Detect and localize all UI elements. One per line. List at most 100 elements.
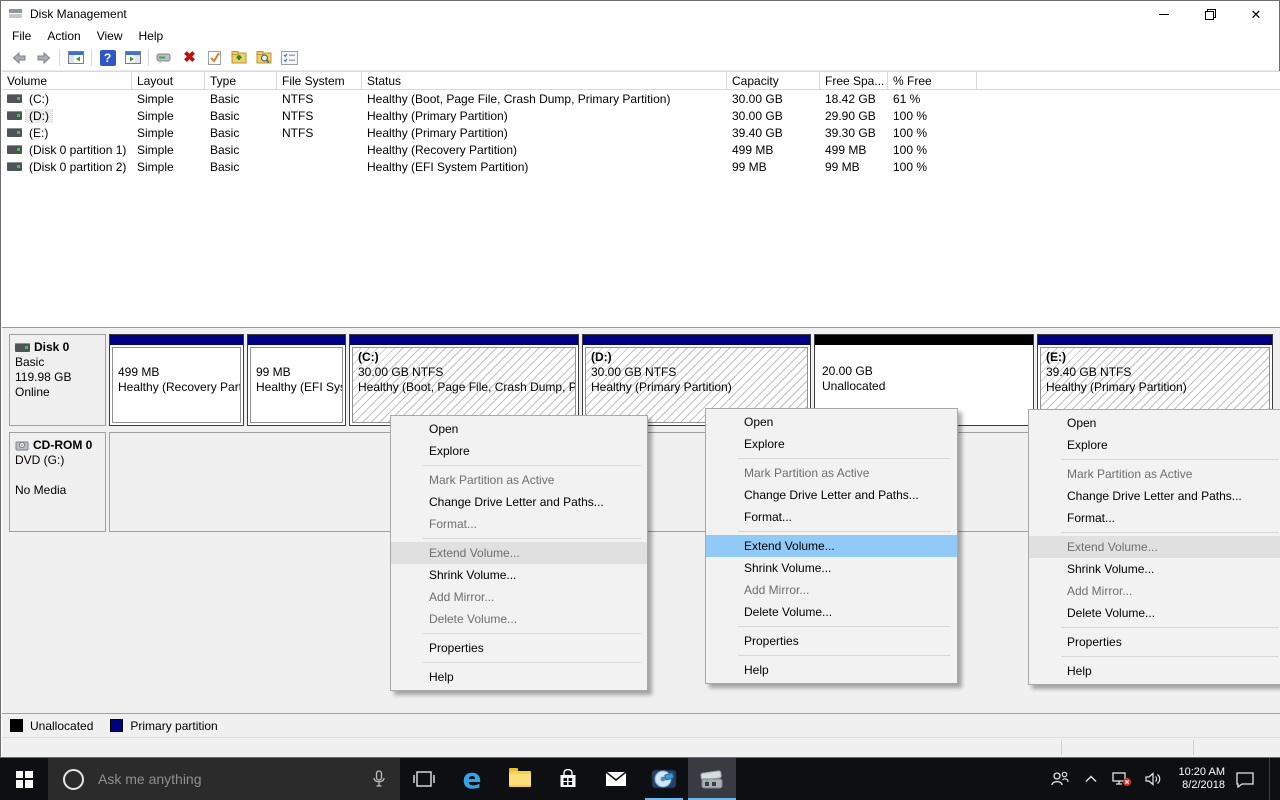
menu-separator bbox=[738, 626, 951, 627]
volume-name: (D:) bbox=[26, 109, 52, 123]
popup-tool-icon[interactable] bbox=[152, 46, 177, 69]
header-layout[interactable]: Layout bbox=[132, 72, 205, 89]
action-pane-toggle-icon[interactable] bbox=[120, 46, 145, 69]
header-file-system[interactable]: File System bbox=[277, 72, 362, 89]
menu-item-open[interactable]: Open bbox=[706, 411, 957, 433]
menu-item-add-mirror: Add Mirror... bbox=[391, 586, 647, 608]
menu-item-change-drive-letter[interactable]: Change Drive Letter and Paths... bbox=[1029, 485, 1280, 507]
menu-item-shrink-volume[interactable]: Shrink Volume... bbox=[706, 557, 957, 579]
volume-icon bbox=[7, 111, 22, 120]
partition-efi[interactable]: 99 MB Healthy (EFI Syst bbox=[247, 334, 346, 426]
menu-item-properties[interactable]: Properties bbox=[1029, 631, 1280, 653]
action-center-icon[interactable] bbox=[1234, 771, 1256, 788]
menu-item-format[interactable]: Format... bbox=[706, 506, 957, 528]
chevron-up-icon[interactable] bbox=[1080, 775, 1102, 783]
cell-capacity: 499 MB bbox=[727, 143, 820, 157]
cell-pct-free: 100 % bbox=[888, 126, 977, 140]
menu-file[interactable]: File bbox=[4, 28, 39, 44]
menu-item-open[interactable]: Open bbox=[391, 418, 647, 440]
header-pct-free[interactable]: % Free bbox=[888, 72, 977, 89]
menu-item-change-drive-letter[interactable]: Change Drive Letter and Paths... bbox=[706, 484, 957, 506]
folder-up-icon[interactable] bbox=[227, 46, 252, 69]
menu-item-help[interactable]: Help bbox=[391, 666, 647, 688]
menu-item-extend-volume[interactable]: Extend Volume... bbox=[706, 535, 957, 557]
cell-layout: Simple bbox=[132, 92, 205, 106]
volume-icon bbox=[7, 162, 22, 171]
restore-button[interactable] bbox=[1187, 1, 1233, 27]
menu-help[interactable]: Help bbox=[131, 28, 172, 44]
taskbar-clock[interactable]: 10:20 AM 8/2/2018 bbox=[1173, 766, 1225, 792]
menu-item-properties[interactable]: Properties bbox=[391, 637, 647, 659]
disk-management-icon bbox=[699, 767, 725, 791]
header-type[interactable]: Type bbox=[205, 72, 277, 89]
table-row-e[interactable]: (E:) Simple Basic NTFS Healthy (Primary … bbox=[2, 124, 1280, 141]
console-tree-toggle-icon[interactable] bbox=[63, 46, 88, 69]
menu-item-format[interactable]: Format... bbox=[1029, 507, 1280, 529]
volume-icon bbox=[7, 94, 22, 103]
menu-item-help[interactable]: Help bbox=[1029, 660, 1280, 682]
delete-x-icon[interactable]: ✖ bbox=[177, 46, 202, 69]
menu-item-delete-volume[interactable]: Delete Volume... bbox=[706, 601, 957, 623]
taskbar-app-partition-tool[interactable] bbox=[640, 758, 688, 800]
menu-item-delete-volume[interactable]: Delete Volume... bbox=[1029, 602, 1280, 624]
partition-color-bar bbox=[350, 335, 578, 345]
menu-view[interactable]: View bbox=[89, 28, 131, 44]
show-desktop-button[interactable] bbox=[1269, 758, 1274, 800]
disk0-info-box[interactable]: Disk 0 Basic 119.98 GB Online bbox=[9, 334, 106, 426]
help-icon[interactable]: ? bbox=[95, 46, 120, 69]
start-button[interactable] bbox=[0, 758, 48, 800]
menu-item-explore[interactable]: Explore bbox=[391, 440, 647, 462]
volume-name: (C:) bbox=[26, 92, 52, 106]
table-row-partition2[interactable]: (Disk 0 partition 2) Simple Basic Health… bbox=[2, 158, 1280, 175]
close-button[interactable]: ✕ bbox=[1233, 1, 1279, 27]
volume-name: (E:) bbox=[26, 126, 51, 140]
task-view-button[interactable] bbox=[400, 758, 448, 800]
clock-date: 8/2/2018 bbox=[1173, 779, 1225, 792]
header-free-space[interactable]: Free Spa... bbox=[820, 72, 888, 89]
menu-item-help[interactable]: Help bbox=[706, 659, 957, 681]
minimize-button[interactable] bbox=[1141, 1, 1187, 27]
network-error-icon[interactable] bbox=[1111, 771, 1133, 787]
context-menu-e: Open Explore Mark Partition as Active Ch… bbox=[1028, 409, 1280, 685]
header-status[interactable]: Status bbox=[362, 72, 727, 89]
menu-action[interactable]: Action bbox=[39, 28, 88, 44]
table-row-d[interactable]: (D:) Simple Basic NTFS Healthy (Primary … bbox=[2, 107, 1280, 124]
menu-item-shrink-volume[interactable]: Shrink Volume... bbox=[391, 564, 647, 586]
system-tray: 10:20 AM 8/2/2018 bbox=[1049, 758, 1280, 800]
taskbar-spacer bbox=[736, 758, 1049, 800]
header-capacity[interactable]: Capacity bbox=[727, 72, 820, 89]
menu-separator bbox=[423, 633, 641, 634]
disk0-type: Basic bbox=[15, 355, 105, 370]
taskbar-app-store[interactable] bbox=[544, 758, 592, 800]
menu-item-change-drive-letter[interactable]: Change Drive Letter and Paths... bbox=[391, 491, 647, 513]
menu-separator bbox=[738, 655, 951, 656]
menu-item-open[interactable]: Open bbox=[1029, 412, 1280, 434]
taskbar-app-mail[interactable] bbox=[592, 758, 640, 800]
search-box[interactable]: Ask me anything bbox=[48, 758, 400, 800]
microphone-icon[interactable] bbox=[372, 770, 386, 788]
menu-item-shrink-volume[interactable]: Shrink Volume... bbox=[1029, 558, 1280, 580]
forward-arrow-icon[interactable] bbox=[31, 46, 56, 69]
header-volume[interactable]: Volume bbox=[2, 72, 132, 89]
folder-search-icon[interactable] bbox=[252, 46, 277, 69]
menu-item-explore[interactable]: Explore bbox=[706, 433, 957, 455]
table-row-c[interactable]: (C:) Simple Basic NTFS Healthy (Boot, Pa… bbox=[2, 90, 1280, 107]
menu-item-properties[interactable]: Properties bbox=[706, 630, 957, 652]
details-list-icon[interactable] bbox=[277, 46, 302, 69]
taskbar-app-edge[interactable]: e bbox=[448, 758, 496, 800]
taskbar-app-file-explorer[interactable] bbox=[496, 758, 544, 800]
cell-capacity: 30.00 GB bbox=[727, 109, 820, 123]
table-row-partition1[interactable]: (Disk 0 partition 1) Simple Basic Health… bbox=[2, 141, 1280, 158]
people-icon[interactable] bbox=[1049, 771, 1071, 787]
menu-item-explore[interactable]: Explore bbox=[1029, 434, 1280, 456]
cell-free: 499 MB bbox=[820, 143, 888, 157]
primary-partition-swatch bbox=[110, 719, 123, 732]
partition-c[interactable]: (C:) 30.00 GB NTFS Healthy (Boot, Page F… bbox=[349, 334, 579, 426]
back-arrow-icon[interactable] bbox=[6, 46, 31, 69]
taskbar-app-disk-management[interactable] bbox=[688, 758, 736, 800]
volume-name: (Disk 0 partition 1) bbox=[26, 143, 129, 157]
check-document-icon[interactable] bbox=[202, 46, 227, 69]
cdrom-info-box[interactable]: CD-ROM 0 DVD (G:) No Media bbox=[9, 432, 106, 532]
partition-recovery[interactable]: 499 MB Healthy (Recovery Parti bbox=[109, 334, 244, 426]
volume-icon[interactable] bbox=[1142, 771, 1164, 787]
